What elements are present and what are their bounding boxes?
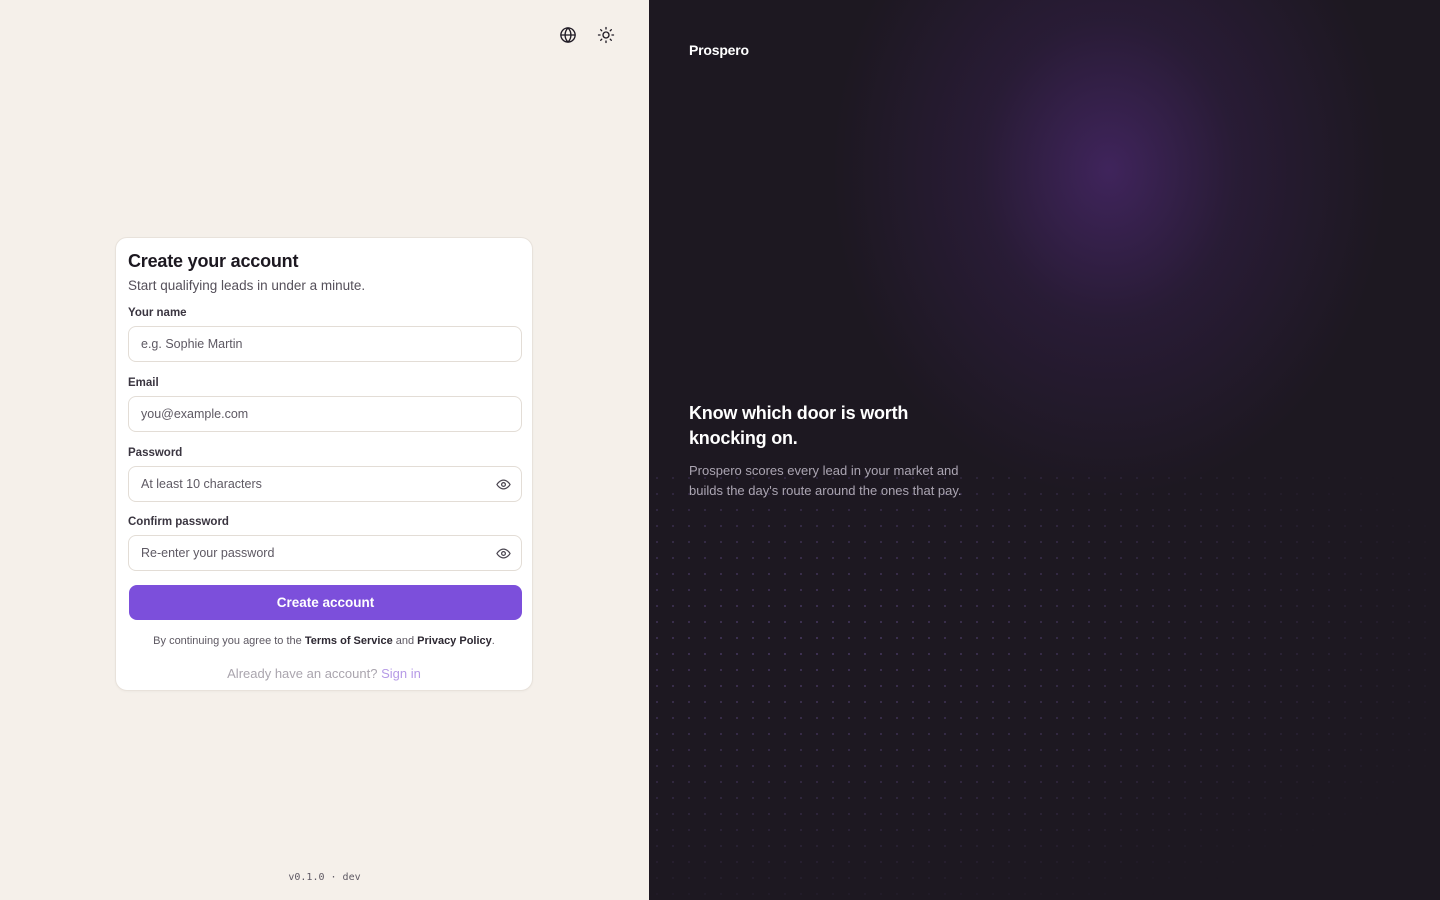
version-label: v0.1.0 · dev xyxy=(288,872,361,883)
name-field-wrapper xyxy=(128,326,522,362)
header-actions xyxy=(556,24,618,48)
signup-panel: Create your account Start qualifying lea… xyxy=(0,0,649,900)
create-account-button[interactable]: Create account xyxy=(129,585,522,620)
terms-suffix: . xyxy=(491,635,495,647)
terms-notice: By continuing you agree to the Terms of … xyxy=(128,635,520,647)
language-button[interactable] xyxy=(556,24,580,48)
brand-logo: Prospero xyxy=(689,42,749,58)
promo-panel: Prospero Know which door is worth knocki… xyxy=(649,0,1440,900)
password-field-wrapper xyxy=(128,466,522,502)
page-subtitle: Start qualifying leads in under a minute… xyxy=(128,278,366,293)
have-account-text: Already have an account? xyxy=(227,666,378,681)
email-input[interactable] xyxy=(128,396,522,432)
theme-toggle-button[interactable] xyxy=(594,24,618,48)
privacy-policy-link[interactable]: Privacy Policy xyxy=(417,635,492,647)
eye-icon xyxy=(495,548,511,558)
promo-hero: Know which door is worth knocking on. Pr… xyxy=(689,401,969,500)
dot-grid-pattern xyxy=(649,470,1440,900)
globe-icon xyxy=(559,26,577,47)
email-field-wrapper xyxy=(128,396,522,432)
name-label: Your name xyxy=(128,307,187,319)
terms-prefix: By continuing you agree to the xyxy=(153,635,305,647)
password-visibility-toggle[interactable] xyxy=(494,475,512,493)
terms-and: and xyxy=(392,635,418,647)
confirm-password-input[interactable] xyxy=(128,535,522,571)
sun-icon xyxy=(597,26,615,47)
terms-of-service-link[interactable]: Terms of Service xyxy=(305,635,393,647)
signin-prompt: Already have an account? Sign in xyxy=(128,666,520,681)
eye-icon xyxy=(495,479,511,489)
signup-card: Create your account Start qualifying lea… xyxy=(115,237,533,691)
sign-in-link[interactable]: Sign in xyxy=(381,666,421,681)
password-label: Password xyxy=(128,447,183,459)
confirm-password-label: Confirm password xyxy=(128,516,229,528)
page-title: Create your account xyxy=(128,251,299,271)
promo-description: Prospero scores every lead in your marke… xyxy=(689,463,962,498)
name-input[interactable] xyxy=(128,326,522,362)
confirm-password-visibility-toggle[interactable] xyxy=(494,544,512,562)
confirm-password-field-wrapper xyxy=(128,535,522,571)
password-input[interactable] xyxy=(128,466,522,502)
email-label: Email xyxy=(128,377,159,389)
promo-headline: Know which door is worth knocking on. xyxy=(689,403,909,448)
